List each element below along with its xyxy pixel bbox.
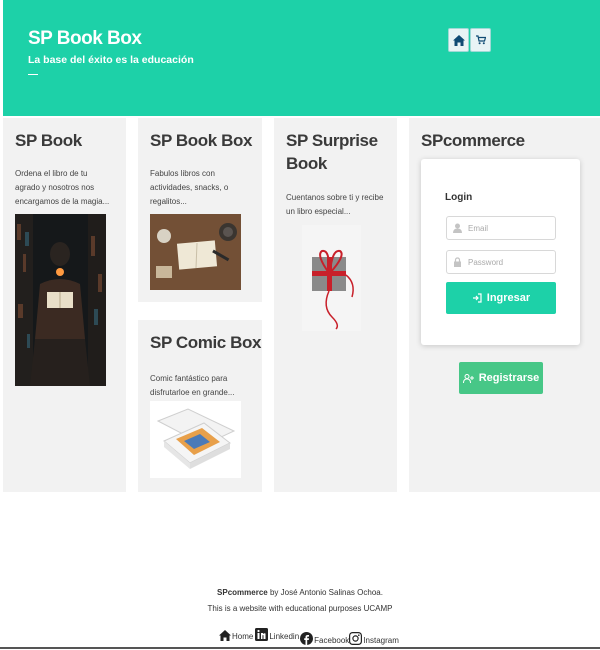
card-description: Ordena el libro de tu agrado y nosotros … — [15, 169, 110, 206]
card-title: SP Comic Box — [150, 333, 262, 352]
footer-purpose: This is a website with educational purpo… — [207, 604, 393, 613]
gift-book-image — [302, 225, 361, 331]
lock-icon — [454, 257, 461, 267]
login-button-label: Ingresar — [486, 292, 531, 304]
site-tagline: La base del éxito es la educación — [28, 54, 194, 66]
instagram-icon — [349, 632, 363, 645]
footer-link-facebook[interactable]: Facebook — [300, 632, 349, 645]
cart-button[interactable] — [470, 28, 491, 52]
login-heading: Login — [445, 192, 473, 203]
add-user-icon — [462, 373, 474, 383]
password-field[interactable]: Password — [446, 250, 556, 274]
site-title[interactable]: SP Book Box — [28, 28, 142, 50]
tagline-dash: — — [28, 69, 38, 80]
card-description: Fabulos libros con actividades, snacks, … — [150, 169, 229, 206]
card-sp-book-box: SP Book Box Fabulos libros con actividad… — [138, 118, 262, 302]
home-icon — [219, 630, 231, 641]
user-icon — [453, 223, 462, 233]
card-title: SPcommerce — [421, 131, 525, 150]
home-icon — [452, 34, 465, 46]
footer-link-instagram[interactable]: Instagram — [349, 632, 399, 645]
hero-banner: SP Book Box La base del éxito es la educ… — [3, 0, 600, 116]
book-box-image — [150, 214, 241, 290]
card-sp-book: SP Book Ordena el libro de tu agrado y n… — [3, 118, 126, 492]
reading-man-image — [15, 214, 106, 386]
footer-link-label: Instagram — [363, 636, 399, 645]
login-form: Login Email Password Ingresar — [421, 159, 580, 345]
email-field[interactable]: Email — [446, 216, 556, 240]
footer-link-label: Facebook — [314, 636, 350, 645]
login-button[interactable]: Ingresar — [446, 282, 556, 314]
card-description: Comic fantástico para disfrutarloe en gr… — [150, 374, 235, 397]
password-placeholder: Password — [468, 258, 504, 267]
card-description: Cuentanos sobre ti y recibe un libro esp… — [286, 193, 384, 216]
card-sp-comic-box: SP Comic Box Comic fantástico para disfr… — [138, 320, 262, 492]
email-placeholder: Email — [468, 224, 489, 233]
register-button[interactable]: Registrarse — [459, 362, 543, 394]
card-title: SP Book — [15, 131, 82, 150]
linkedin-icon — [255, 628, 269, 641]
sign-in-icon — [472, 293, 482, 303]
facebook-icon — [300, 632, 314, 645]
cart-icon — [475, 35, 486, 45]
footer-brand: SPcommerce — [217, 588, 268, 597]
footer-link-home[interactable]: Home — [219, 630, 253, 641]
footer-link-linkedin[interactable]: Linkedin — [255, 628, 299, 641]
card-title: SP Book Box — [150, 131, 253, 150]
footer-credit: SPcommerce by José Antonio Salinas Ochoa… — [0, 588, 600, 597]
bottom-divider — [0, 647, 600, 649]
card-title: SP Surprise Book — [286, 131, 378, 173]
register-button-label: Registrarse — [478, 372, 540, 384]
card-sp-surprise-book: SP Surprise Book Cuentanos sobre ti y re… — [274, 118, 397, 492]
comic-box-image — [150, 401, 241, 478]
footer-author: by José Antonio Salinas Ochoa. — [267, 588, 383, 597]
footer-link-label: Linkedin — [269, 632, 300, 641]
footer-links: Home Linkedin Facebook Instagram — [219, 628, 399, 645]
footer-link-label: Home — [232, 632, 254, 641]
home-button[interactable] — [448, 28, 469, 52]
